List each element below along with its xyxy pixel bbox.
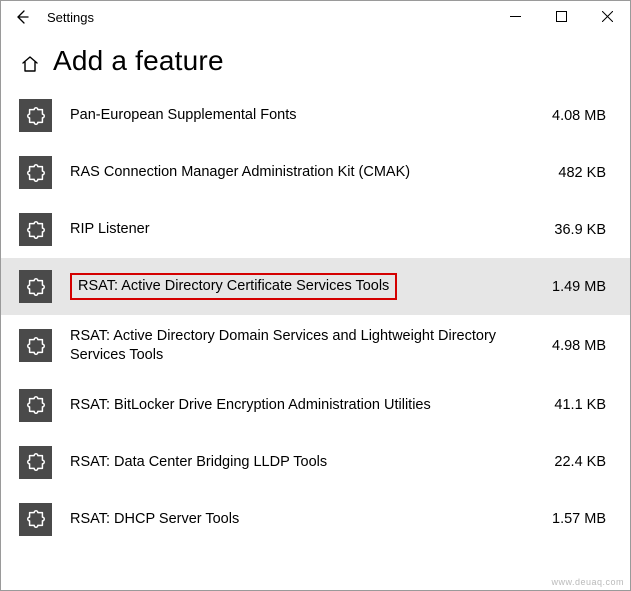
feature-label: RSAT: DHCP Server Tools [70, 510, 552, 529]
window-controls [492, 1, 630, 33]
maximize-icon [556, 11, 567, 22]
puzzle-icon [19, 156, 52, 189]
feature-item[interactable]: RSAT: BitLocker Drive Encryption Adminis… [1, 377, 630, 434]
feature-item[interactable]: RSAT: Active Directory Domain Services a… [1, 315, 630, 377]
feature-list: Pan-European Supplemental Fonts4.08 MB R… [1, 87, 630, 590]
feature-item[interactable]: RSAT: DHCP Server Tools1.57 MB [1, 491, 630, 548]
puzzle-icon [19, 389, 52, 422]
feature-label: RSAT: BitLocker Drive Encryption Adminis… [70, 396, 552, 415]
maximize-button[interactable] [538, 1, 584, 31]
feature-size: 36.9 KB [552, 222, 612, 238]
puzzle-icon [19, 99, 52, 132]
arrow-left-icon [14, 9, 30, 25]
feature-size: 1.57 MB [552, 511, 612, 527]
close-icon [602, 11, 613, 22]
feature-item[interactable]: Pan-European Supplemental Fonts4.08 MB [1, 87, 630, 144]
highlight-box: RSAT: Active Directory Certificate Servi… [70, 273, 397, 300]
puzzle-icon [19, 213, 52, 246]
feature-label: Pan-European Supplemental Fonts [70, 106, 552, 125]
feature-size: 4.98 MB [552, 338, 612, 354]
feature-size: 1.49 MB [552, 279, 612, 295]
feature-label: RSAT: Active Directory Domain Services a… [70, 327, 552, 365]
close-button[interactable] [584, 1, 630, 31]
back-button[interactable] [7, 2, 37, 32]
puzzle-icon [19, 446, 52, 479]
settings-window: Settings Add a feature Pan-European Supp… [0, 0, 631, 591]
watermark: www.deuaq.com [551, 577, 624, 587]
feature-item[interactable]: RSAT: Active Directory Certificate Servi… [1, 258, 630, 315]
feature-size: 482 KB [552, 165, 612, 181]
feature-label: RIP Listener [70, 220, 552, 239]
feature-item[interactable]: RIP Listener36.9 KB [1, 201, 630, 258]
feature-item[interactable]: RAS Connection Manager Administration Ki… [1, 144, 630, 201]
title-bar: Settings [1, 1, 630, 33]
feature-item[interactable]: RSAT: Data Center Bridging LLDP Tools22.… [1, 434, 630, 491]
feature-size: 41.1 KB [552, 397, 612, 413]
minimize-icon [510, 11, 521, 22]
minimize-button[interactable] [492, 1, 538, 31]
feature-label: RAS Connection Manager Administration Ki… [70, 163, 552, 182]
home-button[interactable] [19, 53, 41, 75]
window-title: Settings [37, 10, 94, 25]
feature-label: RSAT: Active Directory Certificate Servi… [70, 273, 552, 300]
home-icon [20, 54, 40, 74]
feature-size: 4.08 MB [552, 108, 612, 124]
puzzle-icon [19, 270, 52, 303]
puzzle-icon [19, 329, 52, 362]
feature-label: RSAT: Data Center Bridging LLDP Tools [70, 453, 552, 472]
feature-size: 22.4 KB [552, 454, 612, 470]
page-header: Add a feature [1, 33, 630, 87]
puzzle-icon [19, 503, 52, 536]
page-title: Add a feature [53, 45, 224, 77]
